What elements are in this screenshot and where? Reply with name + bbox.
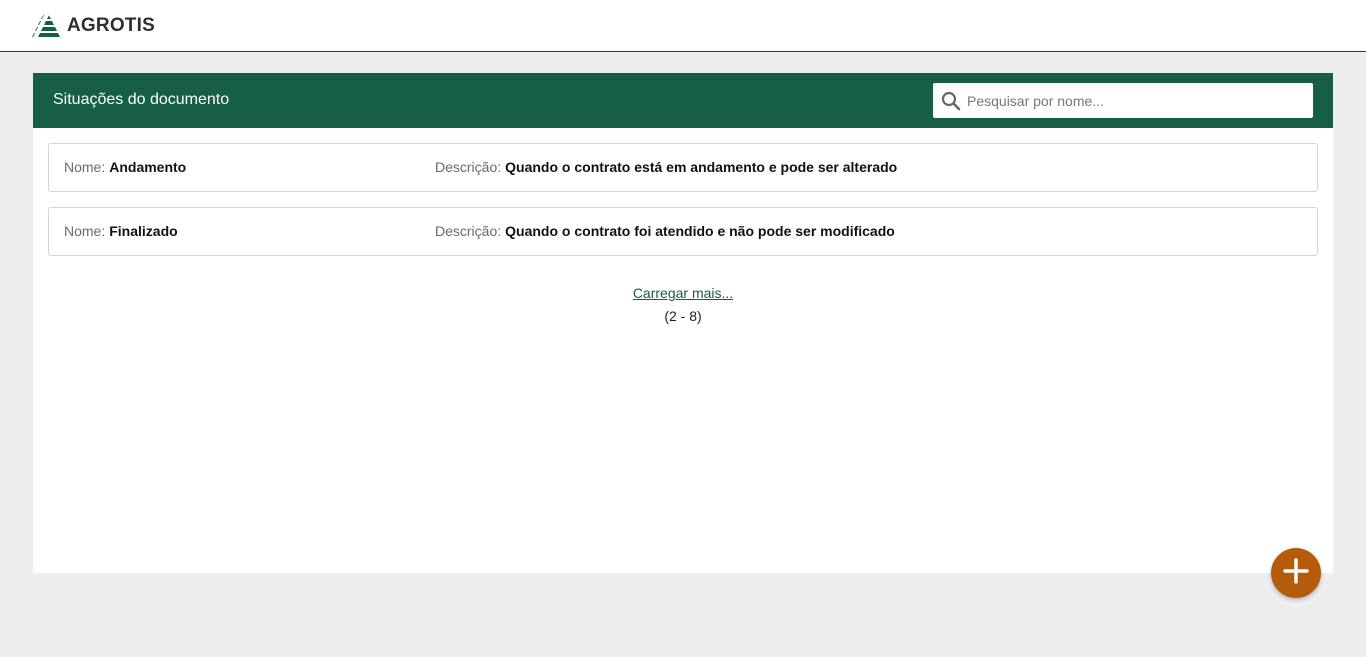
search-input[interactable]: [967, 83, 1307, 118]
add-button[interactable]: [1271, 548, 1321, 598]
page-title: Situações do documento: [53, 91, 230, 108]
main-panel: Situações do documento Nome:Andamento De…: [33, 73, 1333, 573]
name-value: Finalizado: [109, 223, 178, 239]
search-icon: [941, 91, 961, 116]
description-label: Descrição:: [435, 159, 502, 175]
load-more-link[interactable]: Carregar mais...: [633, 285, 733, 301]
list-item[interactable]: Nome: Andamento Descrição: Quando o contra…: [48, 143, 1318, 192]
description-label: Descrição:: [435, 223, 502, 239]
description-value: Quando o contrato está em andamento e po…: [505, 159, 898, 175]
brand[interactable]: AGROTIS: [30, 13, 155, 39]
description-value: Quando o contrato foi atendido e não pod…: [505, 223, 895, 239]
panel-header: Situações do documento: [33, 73, 1333, 128]
list-item[interactable]: Nome: Finalizado Descrição: Quando o contr…: [48, 207, 1318, 256]
name-field: Nome: Andamento: [64, 159, 186, 175]
name-label: Nome:: [64, 159, 106, 175]
results-count: (2 - 8): [664, 308, 702, 324]
name-label: Nome:: [64, 223, 106, 239]
top-bar: AGROTIS: [0, 0, 1366, 52]
plus-icon: [1283, 557, 1309, 589]
description-field: Descrição: Quando o contrato está em anda…: [435, 159, 897, 175]
brand-name: AGROTIS: [67, 15, 155, 36]
search-box[interactable]: [933, 83, 1313, 118]
load-more-container: Carregar mais...: [33, 285, 1333, 301]
description-field: Descrição: Quando o contrato foi atendido…: [435, 223, 895, 239]
agrotis-logo-icon: [30, 14, 62, 38]
name-field: Nome: Finalizado: [64, 223, 178, 239]
name-value: Andamento: [109, 159, 187, 175]
